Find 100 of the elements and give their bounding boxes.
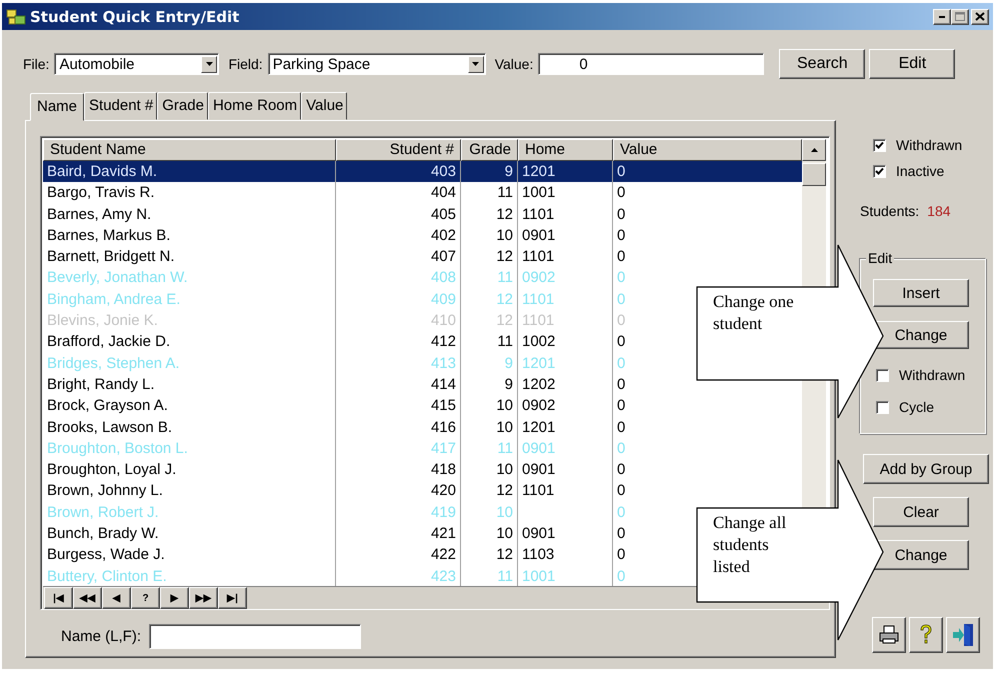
table-cell: 10 [496,226,513,244]
table-cell: Burgess, Wade J. [47,546,165,564]
table-cell: 0 [617,226,626,244]
table-cell: 0 [617,312,626,330]
table-cell: 1101 [522,206,554,223]
table-cell: 12 [496,248,513,266]
count-label: Students: [860,203,920,219]
field-label: File: [23,56,50,72]
table-cell: 418 [430,461,456,478]
table-cell: 11 [497,440,513,457]
table-cell: Broughton, Loyal J. [47,461,176,478]
table-cell: 0901 [522,461,556,478]
table-cell: 403 [430,163,456,180]
table-cell: 0 [617,397,626,414]
table-cell: 11 [497,184,513,202]
table-cell: 1201 [522,354,556,372]
table-cell: 404 [430,184,456,202]
table-cell: 1101 [522,312,554,330]
table-cell: Beverly, Jonathan W. [47,269,188,286]
table-cell: Baird, Davids M. [47,163,158,180]
table-cell: 1101 [522,290,554,308]
table-cell: 12 [496,546,513,564]
table-cell: 12 [496,290,513,308]
table-cell: 1001 [522,568,556,585]
table-cell: 11 [497,269,513,286]
table-cell: 0901 [522,525,556,542]
table-cell: 0 [617,418,626,436]
table-cell: 420 [430,482,456,500]
table-cell: 0 [617,504,626,521]
table-cell: 1201 [522,418,556,436]
table-cell: Brock, Grayson A. [47,397,168,414]
table-cell: 0 [617,184,626,202]
table-cell: Bright, Randy L. [47,376,155,393]
table-cell: 1101 [522,248,554,266]
table-cell: 410 [430,312,456,330]
table-cell: 12 [496,482,513,500]
table-cell: 10 [496,504,513,521]
table-cell: Bingham, Andrea E. [47,290,180,308]
table-cell: 407 [430,248,456,266]
table-cell: 413 [430,354,456,372]
table-cell: 0 [617,525,626,542]
window-title: Student Quick Entry/Edit [30,8,240,26]
table-cell: 0 [617,206,626,223]
table-cell: 10 [496,525,513,542]
table-cell: Broughton, Boston L. [47,440,188,457]
table-cell: 9 [504,163,513,180]
table-cell: 422 [430,546,456,564]
table-cell: 1103 [522,546,554,564]
table-cell: 0 [617,354,626,372]
table-cell: 10 [496,397,513,414]
callout-text: Change all students listed [713,512,788,578]
table-cell: 0902 [522,269,556,286]
table-cell: Brown, Johnny L. [47,482,163,500]
field-label: Value: [494,56,534,72]
table-cell: 409 [430,290,456,308]
table-cell: 0902 [522,397,556,414]
checkbox-label: Withdrawn [899,367,966,383]
table-cell: 0 [617,546,626,564]
table-cell: 0 [617,333,626,350]
table-cell: Barnett, Bridgett N. [47,248,175,266]
table-cell: 1001 [522,184,556,202]
table-cell: 10 [496,461,513,478]
table-cell: Barnes, Markus B. [47,226,170,244]
table-cell: Brooks, Lawson B. [47,418,172,436]
table-cell: Brown, Robert J. [47,504,159,521]
table-cell: 0 [617,440,626,457]
table-cell: 0901 [522,440,556,457]
table-cell: 405 [430,206,456,223]
table-cell: 0 [617,568,626,585]
table-cell: 9 [504,376,513,393]
callout-text: Change one student [713,291,795,335]
table-cell: 421 [430,525,456,542]
table-cell: 0 [617,248,626,266]
table-cell: 0 [617,461,626,478]
table-cell: Blevins, Jonie K. [47,312,158,330]
table-cell: 419 [430,504,456,521]
group-title: Edit [866,250,894,266]
table-cell: 0 [617,163,626,180]
table-cell: 402 [430,226,456,244]
table-cell: Barnes, Amy N. [47,206,152,223]
student-count: 184 [927,203,951,219]
table-cell: 408 [430,269,456,286]
table-cell: Bargo, Travis R. [47,184,155,202]
table-cell: 0 [617,269,626,286]
table-cell: 9 [504,354,513,372]
table-cell: 1201 [522,163,556,180]
field-label: Name (L,F): [61,628,142,645]
field-label: Field: [228,56,263,72]
table-cell: 423 [430,568,456,585]
table-cell: 1101 [522,482,554,500]
table-cell: 11 [497,568,513,585]
checkbox-label: Withdrawn [896,137,962,153]
table-cell: Brafford, Jackie D. [47,333,170,350]
table-cell: Buttery, Clinton E. [47,568,167,585]
table-cell: 12 [496,312,513,330]
table-cell: 0 [617,482,626,500]
table-cell: 0 [617,290,626,308]
checkbox-label: Inactive [896,163,944,179]
table-cell: Bridges, Stephen A. [47,354,180,372]
table-cell: 1002 [522,333,556,350]
